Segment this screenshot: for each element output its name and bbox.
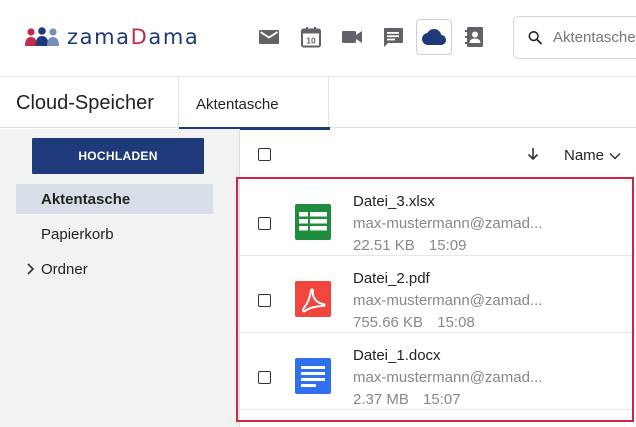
chat-app-button[interactable] bbox=[375, 19, 411, 55]
sidebar-item-label: Papierkorb bbox=[41, 225, 114, 243]
sort-label: Name bbox=[564, 147, 605, 164]
search-icon bbox=[528, 31, 542, 45]
sidebar-item-aktentasche[interactable]: Aktentasche bbox=[16, 184, 213, 214]
logo-wordmark: zamaDama bbox=[67, 25, 200, 49]
file-name: Datei_2.pdf bbox=[353, 270, 430, 287]
file-owner: max-mustermann@zamad... bbox=[353, 215, 543, 232]
arrow-down-icon[interactable] bbox=[526, 146, 540, 162]
chat-icon bbox=[384, 28, 403, 47]
file-time: 15:09 bbox=[428, 237, 467, 254]
file-meta: 755.66 KB 15:08 bbox=[353, 314, 475, 331]
pdf-icon bbox=[295, 281, 331, 317]
sidebar-item-label: Aktentasche bbox=[41, 190, 131, 208]
file-name: Datei_1.docx bbox=[353, 347, 441, 364]
contacts-icon bbox=[465, 27, 483, 47]
tab-aktentasche[interactable]: Aktentasche bbox=[178, 77, 330, 130]
sidebar-item-papierkorb[interactable]: Papierkorb bbox=[16, 219, 213, 249]
spreadsheet-icon bbox=[295, 204, 331, 240]
mail-icon bbox=[259, 30, 279, 44]
file-checkbox[interactable] bbox=[258, 294, 271, 307]
file-row[interactable]: Datei_1.docx max-mustermann@zamad... 2.3… bbox=[238, 334, 632, 410]
file-time: 15:08 bbox=[437, 314, 475, 331]
calendar-app-button[interactable]: 10 bbox=[293, 19, 329, 55]
file-size: 755.66 KB bbox=[353, 314, 424, 331]
file-meta: 2.37 MB 15:07 bbox=[353, 391, 461, 408]
file-owner: max-mustermann@zamad... bbox=[353, 369, 543, 386]
page-title: Cloud-Speicher bbox=[16, 92, 154, 114]
upload-button[interactable]: HOCHLADEN bbox=[32, 138, 204, 174]
people-logo-icon bbox=[25, 27, 59, 46]
file-name: Datei_3.xlsx bbox=[353, 193, 435, 210]
zamadama-logo[interactable]: zamaDama bbox=[24, 24, 199, 50]
calendar-icon: 10 bbox=[301, 27, 321, 48]
tab-label: Aktentasche bbox=[196, 96, 279, 113]
cloud-app-button[interactable] bbox=[416, 19, 452, 55]
file-size: 2.37 MB bbox=[353, 391, 409, 408]
file-row[interactable]: Datei_3.xlsx max-mustermann@zamad... 22.… bbox=[238, 180, 632, 256]
file-owner: max-mustermann@zamad... bbox=[353, 292, 543, 309]
list-header: Name bbox=[241, 129, 636, 177]
file-checkbox[interactable] bbox=[258, 371, 271, 384]
file-row[interactable]: Datei_2.pdf max-mustermann@zamad... 755.… bbox=[238, 257, 632, 333]
sidebar-item-label: Ordner bbox=[41, 260, 88, 278]
file-checkbox[interactable] bbox=[258, 217, 271, 230]
contacts-app-button[interactable] bbox=[457, 19, 493, 55]
file-size: 22.51 KB bbox=[353, 237, 415, 254]
top-bar: zamaDama 10 bbox=[0, 0, 636, 76]
video-app-button[interactable] bbox=[334, 19, 370, 55]
sort-by-name-button[interactable]: Name bbox=[564, 147, 622, 164]
chevron-down-icon bbox=[609, 152, 621, 160]
search-box[interactable] bbox=[513, 16, 636, 59]
sidebar-item-ordner[interactable]: Ordner bbox=[16, 254, 213, 284]
search-input[interactable] bbox=[553, 29, 636, 46]
file-time: 15:07 bbox=[423, 391, 461, 408]
cloud-icon bbox=[422, 29, 446, 45]
select-all-checkbox[interactable] bbox=[258, 148, 271, 161]
title-bar: Cloud-Speicher Aktentasche bbox=[0, 76, 636, 130]
file-meta: 22.51 KB 15:09 bbox=[353, 237, 466, 254]
svg-text:10: 10 bbox=[306, 36, 316, 46]
chevron-right-icon[interactable] bbox=[25, 262, 35, 276]
sidebar: HOCHLADEN Aktentasche Papierkorb Ordner bbox=[0, 129, 240, 427]
video-icon bbox=[342, 31, 362, 43]
document-icon bbox=[295, 358, 331, 394]
mail-app-button[interactable] bbox=[251, 19, 287, 55]
